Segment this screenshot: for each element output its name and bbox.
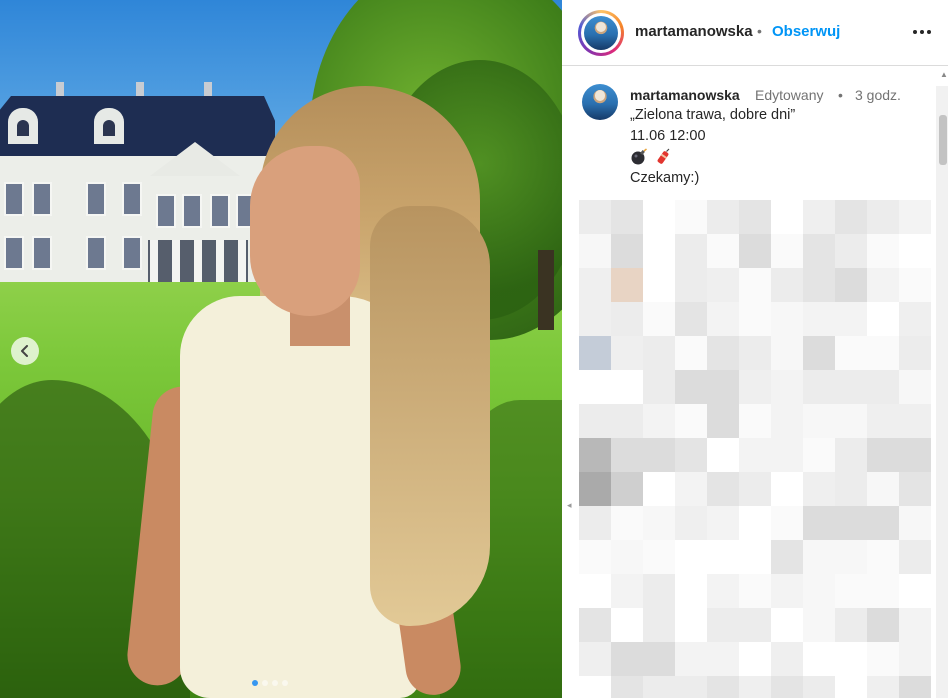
post-side-panel: martamanowska • Obserwuj martamanowska E… — [562, 0, 948, 698]
scrollbar-thumb[interactable] — [939, 115, 947, 165]
caption-author-avatar[interactable] — [582, 84, 618, 120]
photo-woman — [124, 86, 520, 698]
carousel-dot — [282, 680, 288, 686]
carousel-dot — [272, 680, 278, 686]
time-separator: • — [838, 87, 843, 103]
post-timestamp[interactable]: 3 godz. — [855, 87, 901, 103]
carousel-dot — [252, 680, 258, 686]
caption-author-username[interactable]: martamanowska — [630, 87, 740, 103]
more-horizontal-icon — [913, 30, 931, 34]
carousel-dot — [262, 680, 268, 686]
caption-line-title: „Zielona trawa, dobre dni” — [630, 107, 796, 123]
header-separator: • — [757, 23, 762, 39]
follow-button[interactable]: Obserwuj — [772, 23, 840, 40]
post-header: martamanowska • Obserwuj — [562, 0, 948, 66]
scrollbar-track[interactable] — [936, 86, 948, 698]
caption-line-closing: Czekamy:) — [630, 170, 700, 186]
firecracker-emoji-icon — [657, 148, 670, 164]
chevron-left-icon — [21, 345, 28, 357]
carousel-dots — [252, 680, 288, 686]
edited-label: Edytowany — [755, 87, 824, 103]
collapse-caret-icon: ◂ — [567, 500, 572, 510]
post-photo — [0, 0, 562, 698]
caption-line-date: 11.06 12:00 — [630, 128, 706, 144]
author-username[interactable]: martamanowska — [635, 23, 753, 40]
carousel-prev-button[interactable] — [11, 337, 39, 365]
bomb-emoji-icon — [631, 148, 647, 165]
photo-tree-trunk — [538, 250, 554, 330]
more-options-button[interactable] — [910, 22, 934, 42]
scroll-up-icon[interactable]: ▲ — [940, 70, 948, 79]
pixelated-comments-area — [579, 200, 931, 698]
author-avatar[interactable] — [578, 10, 624, 56]
